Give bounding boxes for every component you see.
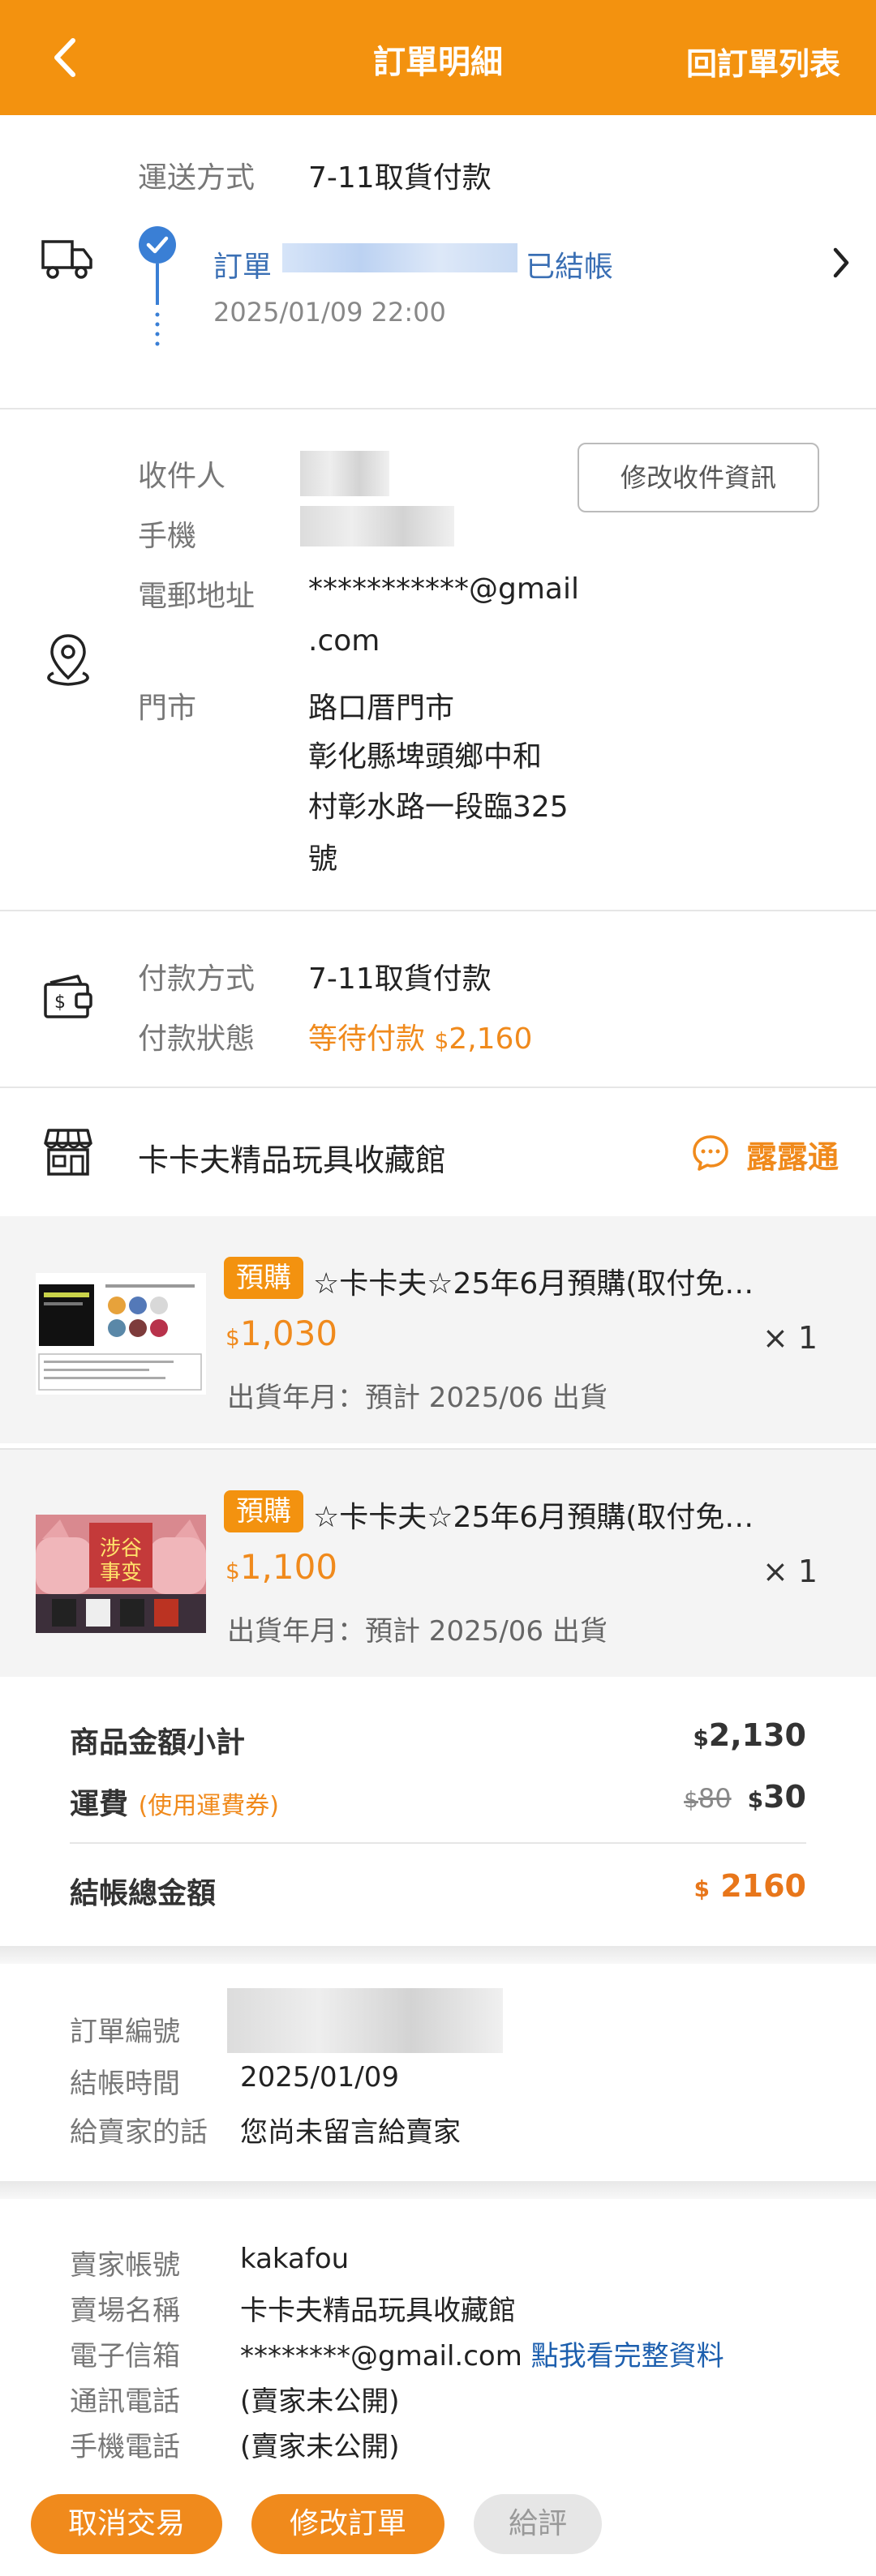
divider: [0, 910, 876, 911]
cancel-transaction-button[interactable]: 取消交易: [31, 2494, 222, 2554]
seller-shop-label: 賣場名稱: [70, 2295, 180, 2327]
order-status: 已結帳: [526, 251, 614, 284]
store-label: 門市: [138, 692, 197, 725]
divider: [0, 1087, 876, 1088]
store-line4: 號: [308, 842, 338, 876]
item-price: $1,100: [225, 1547, 338, 1587]
store-line3: 村彰水路一段臨325: [308, 791, 569, 824]
truck-icon: [41, 240, 92, 279]
recipient-phone-label: 手機: [138, 520, 197, 553]
shipping-fee-label: 運費 (使用運費券): [70, 1788, 279, 1821]
top-bar: 訂單明細 回訂單列表: [0, 0, 876, 115]
item-title: ☆卡卡夫☆25年6月預購(取付免…: [313, 1267, 754, 1301]
seller-email-value: ********@gmail.com 點我看完整資料: [240, 2340, 724, 2372]
seller-mobile-label: 手機電話: [70, 2431, 180, 2463]
message-to-seller-value: 您尚未留言給賣家: [240, 2116, 461, 2149]
redacted-order-number: [227, 1988, 503, 2053]
seller-email-label: 電子信箱: [70, 2340, 180, 2372]
payment-method-label: 付款方式: [138, 962, 256, 996]
order-prefix: 訂單: [213, 251, 273, 284]
shipping-method-label: 運送方式: [138, 161, 256, 195]
item-quantity: × 1: [762, 1320, 818, 1356]
svg-text:涉谷: 涉谷: [100, 1537, 142, 1561]
subtotal-value: $2,130: [693, 1717, 806, 1753]
payment-status-value: 等待付款 $2,160: [308, 1022, 533, 1056]
rate-button[interactable]: 給評: [474, 2494, 602, 2554]
chat-label[interactable]: 露露通: [746, 1132, 839, 1177]
divider: [0, 408, 876, 409]
shop-name[interactable]: 卡卡夫精品玩具收藏館: [138, 1135, 446, 1180]
store-line1: 路口厝門市: [308, 692, 455, 725]
order-item[interactable]: 涉谷 事变 預購 ☆卡卡夫☆25年6月預購(取付免… $1,100 × 1 出貨…: [0, 1450, 876, 1677]
section-separator: [0, 2181, 876, 2199]
seller-mobile-value: (賣家未公開): [240, 2431, 400, 2463]
product-thumbnail: 涉谷 事变: [36, 1515, 206, 1633]
seller-account-label: 賣家帳號: [70, 2249, 180, 2282]
recipient-email-label: 電郵地址: [138, 580, 256, 613]
shipping-original-fee: $80: [684, 1783, 732, 1814]
checkout-time-value: 2025/01/09: [240, 2061, 399, 2094]
subtotal-label: 商品金額小計: [70, 1726, 246, 1759]
redacted-recipient-phone: [300, 506, 454, 546]
order-item[interactable]: 預購 ☆卡卡夫☆25年6月預購(取付免… $1,030 × 1 出貨年月：預計 …: [0, 1216, 876, 1443]
svg-text:事变: 事变: [100, 1561, 142, 1585]
item-ship-date: 出貨年月：預計 2025/06 出貨: [227, 1615, 608, 1648]
recipient-email-line1: ***********@gmail: [308, 572, 579, 606]
location-pin-icon: [47, 634, 89, 686]
modify-order-button[interactable]: 修改訂單: [251, 2494, 444, 2554]
item-price: $1,030: [225, 1314, 338, 1353]
store-icon: [44, 1129, 92, 1176]
recipient-email-line2: .com: [308, 624, 380, 658]
timeline-check-icon: [139, 226, 176, 346]
back-to-order-list-link[interactable]: 回訂單列表: [686, 39, 840, 84]
shipping-coupon-note: (使用運費券): [138, 1792, 279, 1820]
store-line2: 彰化縣埤頭鄉中和: [308, 740, 543, 774]
item-quantity: × 1: [762, 1554, 818, 1589]
preorder-badge: 預購: [224, 1257, 303, 1299]
recipient-name-label: 收件人: [138, 460, 226, 493]
chat-bubble-icon[interactable]: [691, 1134, 730, 1171]
wallet-icon: $: [44, 975, 92, 1018]
payment-method-value: 7-11取貨付款: [308, 962, 492, 996]
seller-full-info-link[interactable]: 點我看完整資料: [531, 2340, 724, 2372]
shipping-fee-value: $80 $30: [684, 1779, 806, 1815]
order-time: 2025/01/09 22:00: [213, 297, 446, 328]
section-separator: [0, 1946, 876, 1964]
seller-account-value: kakafou: [240, 2243, 350, 2275]
svg-text:$: $: [54, 992, 66, 1013]
checkout-time-label: 結帳時間: [70, 2068, 180, 2100]
message-to-seller-label: 給賣家的話: [70, 2116, 208, 2149]
seller-tel-label: 通訊電話: [70, 2385, 180, 2418]
total-value: $ 2160: [694, 1868, 806, 1904]
seller-tel-value: (賣家未公開): [240, 2385, 400, 2418]
product-thumbnail: [36, 1273, 206, 1395]
redacted-recipient-name: [300, 451, 389, 496]
seller-shop-value: 卡卡夫精品玩具收藏館: [240, 2295, 516, 2327]
chevron-right-icon[interactable]: [831, 246, 852, 279]
redacted-order-number: [282, 243, 517, 272]
shipping-method-value: 7-11取貨付款: [308, 161, 492, 195]
preorder-badge: 預購: [224, 1490, 303, 1532]
item-title: ☆卡卡夫☆25年6月預購(取付免…: [313, 1501, 754, 1534]
payment-status-label: 付款狀態: [138, 1022, 256, 1056]
total-label: 結帳總金額: [70, 1877, 217, 1910]
order-number-label: 訂單編號: [70, 2016, 180, 2048]
edit-recipient-button[interactable]: 修改收件資訊: [578, 443, 819, 512]
item-ship-date: 出貨年月：預計 2025/06 出貨: [227, 1382, 608, 1414]
divider: [70, 1842, 806, 1844]
